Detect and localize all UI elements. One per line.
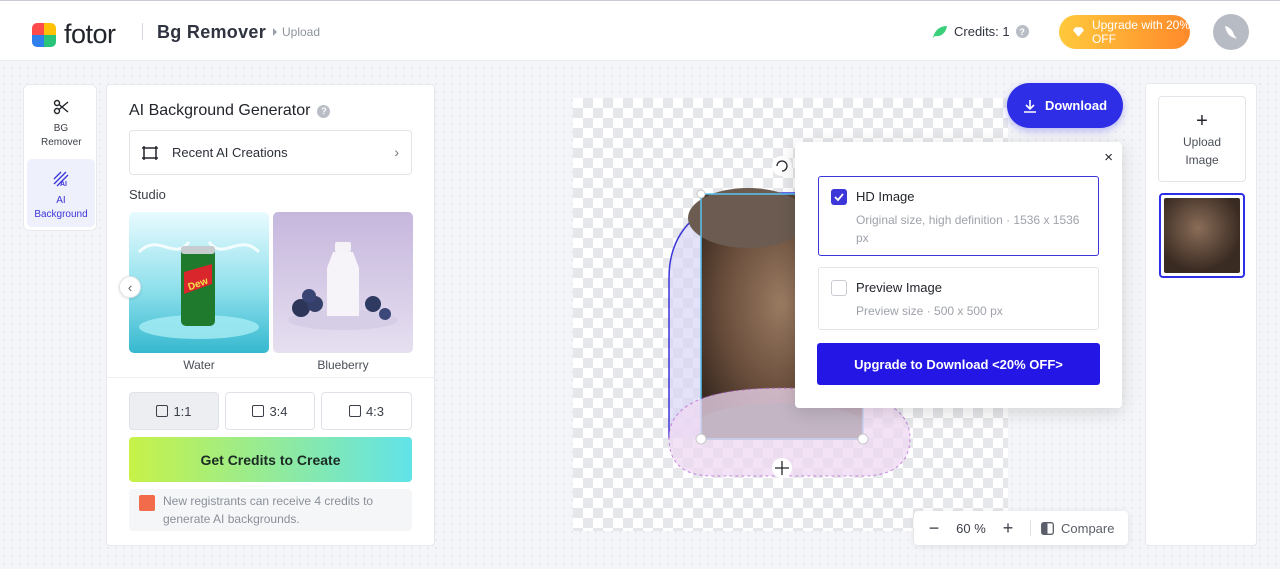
water-image: Dew <box>129 212 269 353</box>
square-icon <box>252 405 265 417</box>
tool-rail: BG Remover AI AI Background <box>23 84 97 231</box>
style-water-label: Water <box>183 358 215 372</box>
image-thumbnail[interactable] <box>1159 193 1245 278</box>
download-icon <box>1023 99 1036 113</box>
fotor-logo[interactable]: fotor <box>32 19 116 50</box>
preview-option-title: Preview Image <box>856 280 942 295</box>
blueberry-image <box>273 212 413 353</box>
panel-title: AI Background Generator ? <box>129 102 331 120</box>
style-water-thumb[interactable]: Dew <box>129 212 269 353</box>
help-icon[interactable]: ? <box>317 104 331 118</box>
logo-text: fotor <box>64 19 116 49</box>
ratio-3-4-button[interactable]: 3:4 <box>225 392 315 430</box>
panel-divider <box>107 377 434 378</box>
tool-ai-background-label: AI Background <box>34 195 88 220</box>
gift-icon <box>139 495 155 511</box>
hd-option-desc: Original size, high definition · 1536 x … <box>856 213 1080 245</box>
preview-image-option[interactable]: Preview Image Preview size · 500 x 500 p… <box>818 267 1099 330</box>
upload-label: Upload Image <box>1182 135 1222 167</box>
close-icon[interactable]: × <box>1104 149 1113 166</box>
square-icon <box>348 405 361 417</box>
ratio-4-3-button[interactable]: 4:3 <box>321 392 412 430</box>
header-divider <box>142 23 143 40</box>
rotate-handle-icon[interactable] <box>772 156 792 176</box>
upgrade-label: Upgrade with 20% OFF <box>1091 18 1191 46</box>
get-credits-button[interactable]: Get Credits to Create <box>129 437 412 482</box>
credits-note-text: New registrants can receive 4 credits to… <box>163 494 374 526</box>
studio-label: Studio <box>129 187 166 202</box>
ai-background-panel: AI Background Generator ? Recent AI Crea… <box>106 84 435 546</box>
download-popup: × HD Image Original size, high definitio… <box>795 142 1122 408</box>
frame-icon <box>142 145 158 160</box>
tool-bg-remover[interactable]: BG Remover <box>27 87 95 157</box>
compare-icon <box>1041 521 1054 535</box>
chevron-left-icon: ‹ <box>127 279 133 295</box>
ai-background-icon: AI <box>53 171 69 188</box>
zoom-in-button[interactable]: + <box>988 518 1028 539</box>
download-button[interactable]: Download <box>1007 83 1123 128</box>
zoom-divider <box>1030 520 1031 536</box>
hd-option-title: HD Image <box>856 189 915 204</box>
checkbox-checked-icon[interactable] <box>831 189 847 205</box>
scissors-icon <box>53 99 69 115</box>
fotor-logo-icon <box>32 22 56 47</box>
carousel-prev-button[interactable]: ‹ <box>119 276 141 298</box>
hd-image-option[interactable]: HD Image Original size, high definition … <box>818 176 1099 256</box>
caret-right-icon <box>273 28 277 36</box>
panel-title-text: AI Background Generator <box>129 102 311 119</box>
ratio-1-1-button[interactable]: 1:1 <box>129 392 219 430</box>
ratio-label: 1:1 <box>173 403 192 419</box>
upgrade-button[interactable]: Upgrade with 20% OFF <box>1059 15 1190 49</box>
compare-button[interactable]: Compare <box>1041 521 1114 536</box>
breadcrumb: Upload <box>272 25 320 39</box>
zoom-out-button[interactable]: − <box>914 518 954 539</box>
credits-indicator: Credits: 1 ? <box>932 24 1029 39</box>
checkbox-icon[interactable] <box>831 280 847 296</box>
thumbnail-image <box>1164 198 1240 273</box>
leaf-icon <box>933 25 947 38</box>
diamond-icon <box>1073 27 1084 37</box>
help-icon[interactable]: ? <box>1015 25 1029 38</box>
recent-ai-creations-button[interactable]: Recent AI Creations › <box>129 130 412 175</box>
image-list-rail: + Upload Image <box>1145 83 1257 546</box>
plus-icon: + <box>1196 110 1208 132</box>
credits-note: New registrants can receive 4 credits to… <box>129 489 412 531</box>
ratio-label: 3:4 <box>269 403 288 419</box>
chevron-right-icon: › <box>394 144 399 160</box>
top-bar: fotor Bg Remover Upload Credits: 1 ? Upg… <box>0 0 1280 61</box>
tool-ai-background[interactable]: AI AI Background <box>27 159 95 227</box>
ratio-label: 4:3 <box>365 403 385 419</box>
credits-label: Credits: 1 <box>954 24 1010 39</box>
style-blueberry-label: Blueberry <box>317 358 369 372</box>
avatar[interactable] <box>1213 14 1249 50</box>
svg-text:AI: AI <box>60 181 67 187</box>
upgrade-to-download-button[interactable]: Upgrade to Download <20% OFF> <box>817 343 1100 385</box>
zoom-value: 60 % <box>956 520 986 536</box>
download-label: Download <box>1044 98 1108 113</box>
tool-bg-remover-label: BG Remover <box>41 123 82 148</box>
upload-image-button[interactable]: + Upload Image <box>1158 96 1246 182</box>
recent-label: Recent AI Creations <box>172 145 288 160</box>
avatar-bird-icon <box>1225 26 1237 39</box>
square-icon <box>156 405 169 417</box>
compare-label: Compare <box>1061 520 1115 536</box>
preview-option-desc: Preview size · 500 x 500 px <box>856 304 1003 318</box>
zoom-bar: − 60 % + Compare <box>914 511 1128 545</box>
style-blueberry-thumb[interactable] <box>273 212 413 353</box>
app-title: Bg Remover <box>157 22 267 42</box>
breadcrumb-upload[interactable]: Upload <box>282 25 320 39</box>
